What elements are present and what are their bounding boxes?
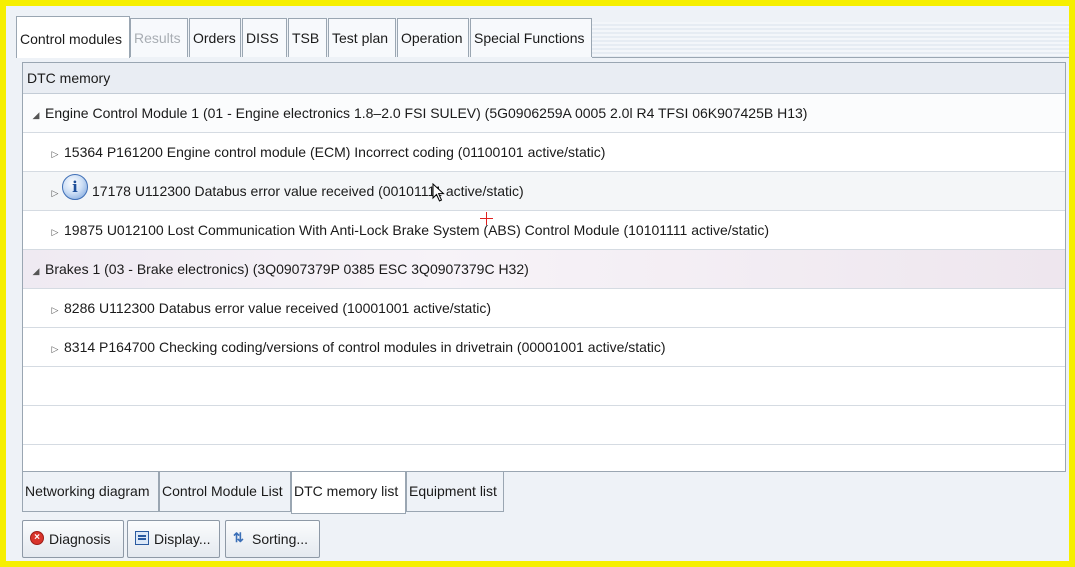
- tab-label: TSB: [292, 30, 320, 46]
- info-icon[interactable]: i: [62, 174, 88, 201]
- row-text: 8314 P164700 Checking coding/versions of…: [64, 339, 666, 355]
- tab-label: Special Functions: [474, 30, 585, 46]
- stop-circle-icon: ×: [30, 531, 44, 545]
- tab-control-module-list[interactable]: Control Module List: [159, 472, 291, 512]
- display-button[interactable]: Display...: [127, 520, 220, 558]
- tab-tsb[interactable]: TSB: [288, 18, 327, 57]
- red-crosshair-icon: [480, 212, 493, 225]
- main-tab-bar: Control modules Results Orders DISS TSB …: [6, 6, 1069, 60]
- sorting-button[interactable]: ⇅ Sorting...: [225, 520, 320, 558]
- tab-operation[interactable]: Operation: [397, 18, 469, 57]
- tab-results: Results: [130, 18, 188, 57]
- row-text: 15364 P161200 Engine control module (ECM…: [64, 144, 606, 160]
- tab-control-modules[interactable]: Control modules: [16, 16, 130, 58]
- mouse-pointer-icon: [432, 182, 446, 206]
- empty-row: [23, 406, 1065, 445]
- tab-label: Results: [134, 30, 181, 46]
- tree-row-engine-control-module[interactable]: ◢ Engine Control Module 1 (01 - Engine el…: [23, 94, 1065, 133]
- collapsed-triangle-icon[interactable]: ▷: [50, 213, 60, 252]
- bottom-tab-bar: Networking diagram Control Module List D…: [22, 472, 1066, 514]
- tab-equipment-list[interactable]: Equipment list: [406, 472, 504, 512]
- tree-row-dtc-15364[interactable]: ▷ 15364 P161200 Engine control module (EC…: [23, 133, 1065, 172]
- tab-test-plan[interactable]: Test plan: [328, 18, 396, 57]
- tab-label: DISS: [246, 30, 279, 46]
- empty-row: [23, 445, 1065, 471]
- tab-label: Test plan: [332, 30, 389, 46]
- panel-title: DTC memory: [23, 63, 1065, 94]
- tab-networking-diagram[interactable]: Networking diagram: [22, 472, 159, 512]
- button-label: Diagnosis: [49, 531, 111, 547]
- tab-orders[interactable]: Orders: [189, 18, 241, 57]
- tree-row-dtc-19875[interactable]: ▷ 19875 U012100 Lost Communication With A…: [23, 211, 1065, 250]
- empty-row: [23, 367, 1065, 406]
- tree-row-dtc-8314[interactable]: ▷ 8314 P164700 Checking coding/versions o…: [23, 328, 1065, 367]
- collapsed-triangle-icon[interactable]: ▷: [50, 135, 60, 174]
- tree-row-dtc-8286[interactable]: ▷ 8286 U112300 Databus error value receiv…: [23, 289, 1065, 328]
- diagnosis-button[interactable]: × Diagnosis: [22, 520, 124, 558]
- row-text: 8286 U112300 Databus error value receive…: [64, 300, 491, 316]
- collapsed-triangle-icon[interactable]: ▷: [50, 291, 60, 330]
- tab-label: Equipment list: [409, 483, 497, 499]
- tab-label: DTC memory list: [294, 483, 399, 499]
- tab-bar-filler: [592, 22, 1069, 58]
- tab-special-functions[interactable]: Special Functions: [470, 18, 592, 57]
- tab-label: Networking diagram: [25, 483, 150, 499]
- application-window: Control modules Results Orders DISS TSB …: [6, 6, 1069, 561]
- row-text: Brakes 1 (03 - Brake electronics) (3Q090…: [45, 261, 529, 277]
- tree-row-brakes[interactable]: ◢ Brakes 1 (03 - Brake electronics) (3Q09…: [23, 250, 1065, 289]
- sort-icon: ⇅: [233, 530, 244, 545]
- tab-dtc-memory-list[interactable]: DTC memory list: [291, 472, 406, 514]
- expanded-triangle-icon[interactable]: ◢: [31, 252, 41, 291]
- dtc-memory-panel: DTC memory ◢ Engine Control Module 1 (01 …: [22, 62, 1066, 472]
- row-text: 17178 U112300 Databus error value receiv…: [92, 183, 524, 199]
- tab-label: Orders: [193, 30, 236, 46]
- button-label: Sorting...: [252, 531, 309, 547]
- row-text: Engine Control Module 1 (01 - Engine ele…: [45, 105, 808, 121]
- tree-row-dtc-17178[interactable]: ▷ i 17178 U112300 Databus error value rece…: [23, 172, 1065, 211]
- tab-label: Control modules: [20, 31, 122, 47]
- row-text: 19875 U012100 Lost Communication With An…: [64, 222, 770, 238]
- expanded-triangle-icon[interactable]: ◢: [31, 96, 41, 135]
- tab-diss[interactable]: DISS: [242, 18, 287, 57]
- button-label: Display...: [154, 531, 211, 547]
- display-icon: [135, 531, 149, 545]
- collapsed-triangle-icon[interactable]: ▷: [50, 174, 60, 213]
- collapsed-triangle-icon[interactable]: ▷: [50, 330, 60, 369]
- tab-label: Operation: [401, 30, 463, 46]
- tab-label: Control Module List: [162, 483, 283, 499]
